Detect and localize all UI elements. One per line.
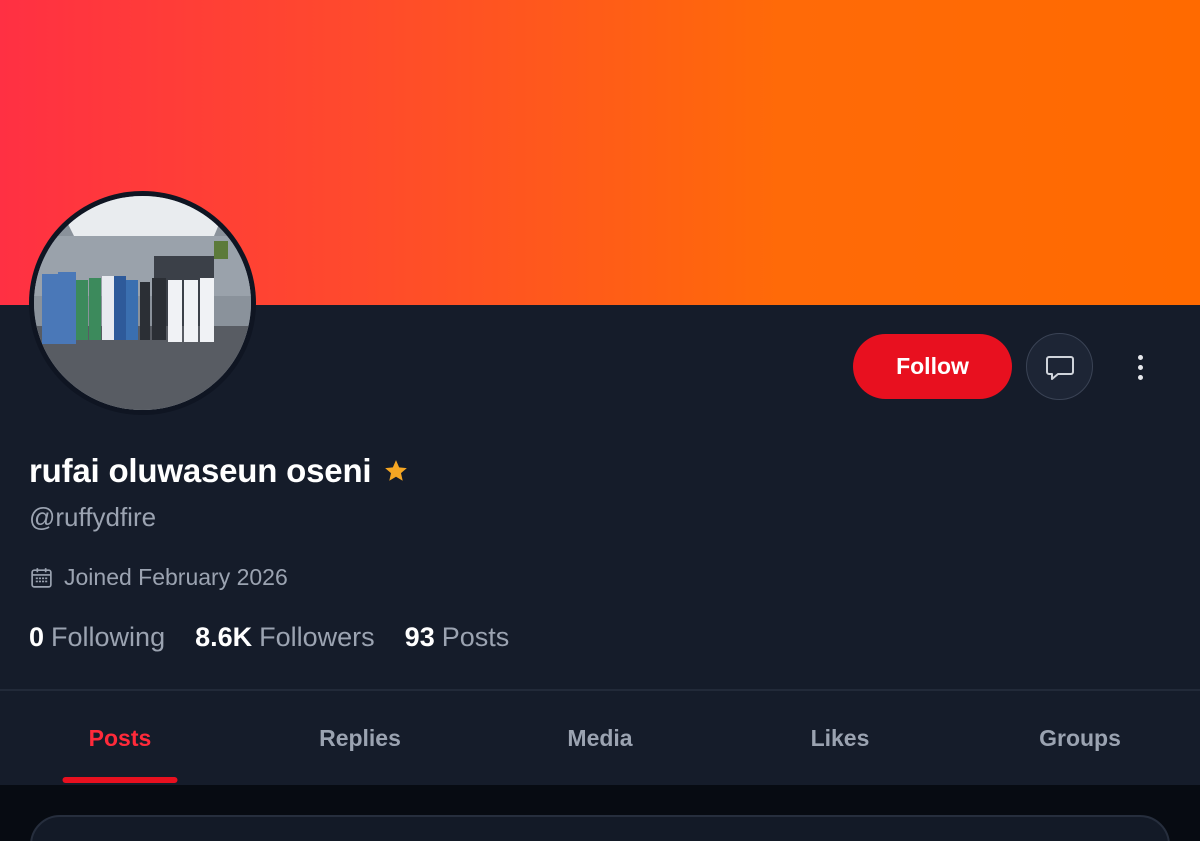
post-card[interactable]: [30, 815, 1170, 841]
profile-name-row: rufai oluwaseun oseni: [29, 452, 409, 490]
message-button[interactable]: [1026, 333, 1093, 400]
stat-label: Followers: [259, 622, 375, 652]
more-options-button[interactable]: [1122, 345, 1158, 389]
stat-value: 93: [404, 622, 435, 652]
stat-label: Posts: [441, 622, 510, 652]
stat-following[interactable]: 0 Following: [29, 622, 165, 653]
tab-label: Posts: [88, 724, 152, 751]
active-tab-indicator: [62, 777, 178, 783]
stat-value: 8.6K: [195, 622, 253, 652]
stat-posts: 93 Posts: [405, 622, 510, 653]
more-vertical-icon: [1137, 354, 1143, 360]
avatar-photo: [34, 196, 251, 410]
calendar-icon: [31, 568, 52, 588]
tab-media[interactable]: Media: [480, 691, 720, 785]
tab-groups[interactable]: Groups: [960, 691, 1200, 785]
stat-value: 0: [29, 622, 45, 652]
tab-label: Groups: [1039, 724, 1121, 751]
stat-followers[interactable]: 8.6K Followers: [195, 622, 375, 653]
profile-handle: @ruffydfire: [29, 502, 157, 532]
tab-replies[interactable]: Replies: [240, 691, 480, 785]
tab-label: Media: [567, 724, 633, 751]
tab-label: Likes: [810, 724, 870, 751]
tab-label: Replies: [319, 724, 401, 751]
stat-label: Following: [51, 622, 166, 652]
star-icon: [385, 460, 408, 481]
tab-likes[interactable]: Likes: [720, 691, 960, 785]
profile-stats: 0 Following 8.6K Followers 93 Posts: [29, 622, 509, 653]
profile-tabs: Posts Replies Media Likes Groups: [0, 691, 1200, 785]
joined-date: Joined February 2026: [29, 564, 288, 591]
chat-bubble-icon: [1045, 355, 1074, 380]
tab-posts[interactable]: Posts: [0, 691, 240, 785]
profile-name: rufai oluwaseun oseni: [29, 452, 372, 489]
joined-label: Joined February 2026: [64, 564, 288, 590]
follow-button[interactable]: Follow: [853, 334, 1012, 399]
avatar[interactable]: [29, 191, 256, 415]
